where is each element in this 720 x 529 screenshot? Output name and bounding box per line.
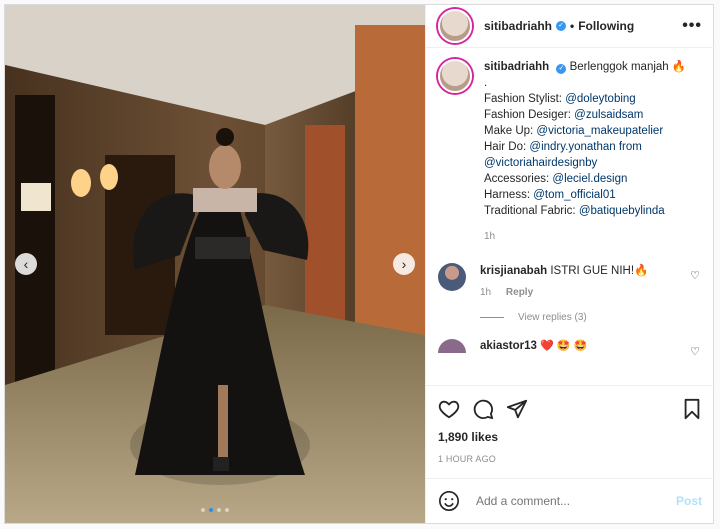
view-replies-button[interactable]: View replies (3) (480, 312, 702, 323)
like-comment-heart-icon[interactable]: ♡ (690, 345, 700, 358)
credit-handle-link[interactable]: @victoriahairdesignby (484, 157, 597, 169)
post-sidebar: sitibadriahh ✓ • Following ••• sitibadri… (425, 5, 714, 523)
reply-button[interactable]: Reply (506, 287, 533, 298)
comment-text: ❤️ 🤩 🤩 (540, 340, 588, 352)
author-avatar[interactable] (438, 9, 472, 43)
post-timestamp: 1 HOUR AGO (438, 454, 497, 464)
commenter-avatar[interactable] (438, 339, 466, 353)
caption-text: sitibadriahh ✓ Berlenggok manjah 🔥 . Fas… (484, 59, 686, 245)
likes-count[interactable]: 1,890 likes (438, 430, 702, 444)
credit-line: Accessories: @leciel.design (484, 171, 686, 187)
carousel-dot (225, 508, 229, 512)
emoji-smiley-icon[interactable] (438, 490, 460, 512)
save-bookmark-icon[interactable] (682, 398, 702, 420)
credit-handle-link[interactable]: @batiquebylinda (579, 205, 665, 217)
credit-line: Make Up: @victoria_makeupatelier (484, 123, 686, 139)
following-button[interactable]: Following (578, 19, 634, 33)
add-comment-bar: Post (426, 478, 714, 523)
comment-item: akiastor13 ❤️ 🤩 🤩 ♡ (438, 339, 702, 358)
author-username[interactable]: sitibadriahh (484, 19, 552, 33)
caption-username[interactable]: sitibadriahh (484, 61, 549, 73)
photo-woman-in-black-gown (5, 5, 425, 523)
credit-label: Accessories: (484, 173, 550, 185)
credit-handle-link[interactable]: @doleytobing (565, 93, 636, 105)
credit-line: Fashion Desiger: @zulsaidsam (484, 107, 686, 123)
post-caption: sitibadriahh ✓ Berlenggok manjah 🔥 . Fas… (438, 59, 702, 245)
more-options-icon[interactable]: ••• (682, 17, 702, 35)
carousel-indicator (201, 508, 229, 512)
post-actions: 1,890 likes 1 HOUR AGO (426, 385, 714, 464)
post-header: sitibadriahh ✓ • Following ••• (426, 5, 714, 48)
share-paper-plane-icon[interactable] (506, 398, 528, 420)
comment-bubble-icon[interactable] (472, 398, 494, 420)
like-comment-heart-icon[interactable]: ♡ (690, 269, 700, 282)
commenter-username[interactable]: akiastor13 (480, 340, 537, 352)
credit-line: @victoriahairdesignby (484, 155, 686, 171)
credit-line: Harness: @tom_official01 (484, 187, 686, 203)
credit-line: Traditional Fabric: @batiquebylinda (484, 203, 686, 219)
comment-body: krisjianabah ISTRI GUE NIH!🔥 1h Reply (480, 263, 648, 298)
credit-handle-link[interactable]: @indry.yonathan from (529, 141, 641, 153)
commenter-avatar[interactable] (438, 263, 466, 291)
caption-timestamp: 1h (484, 231, 496, 242)
comment-text: ISTRI GUE NIH!🔥 (550, 265, 649, 277)
commenter-username[interactable]: krisjianabah (480, 265, 547, 277)
credit-line: Fashion Stylist: @doleytobing (484, 91, 686, 107)
credit-label: Harness: (484, 189, 531, 201)
post-modal: ‹ › sitibadriahh ✓ • Following ••• sitib… (4, 4, 714, 524)
carousel-dot (217, 508, 221, 512)
action-icons (438, 398, 702, 420)
next-slide-button[interactable]: › (393, 253, 415, 275)
comment-timestamp: 1h (480, 287, 492, 298)
credit-line: Hair Do: @indry.yonathan from (484, 139, 686, 155)
like-heart-icon[interactable] (438, 398, 460, 420)
credit-handle-link[interactable]: @zulsaidsam (574, 109, 643, 121)
comment-item: krisjianabah ISTRI GUE NIH!🔥 1h Reply ♡ (438, 263, 702, 298)
post-comment-button[interactable]: Post (676, 494, 702, 508)
credit-label: Hair Do: (484, 141, 527, 153)
credit-handle-link[interactable]: @leciel.design (552, 173, 627, 185)
caption-author-avatar[interactable] (438, 59, 472, 93)
carousel-dot-active (209, 508, 213, 512)
credit-label: Make Up: (484, 125, 534, 137)
carousel-dot (201, 508, 205, 512)
credit-handle-link[interactable]: @tom_official01 (533, 189, 615, 201)
comment-meta: 1h Reply (480, 287, 648, 298)
credits-list: Fashion Stylist: @doleytobing Fashion Des… (484, 91, 686, 219)
verified-icon: ✓ (556, 64, 567, 74)
comments-section[interactable]: sitibadriahh ✓ Berlenggok manjah 🔥 . Fas… (426, 47, 714, 385)
post-image[interactable]: ‹ › (5, 5, 425, 523)
credit-label: Fashion Stylist: (484, 93, 562, 105)
verified-icon: ✓ (556, 21, 567, 31)
caption-dot: . (484, 77, 488, 89)
credit-handle-link[interactable]: @victoria_makeupatelier (536, 125, 663, 137)
previous-slide-button[interactable]: ‹ (15, 253, 37, 275)
credit-label: Traditional Fabric: (484, 205, 576, 217)
comment-input[interactable] (474, 493, 676, 509)
caption-title: Berlenggok manjah 🔥 (569, 61, 687, 73)
comment-body: akiastor13 ❤️ 🤩 🤩 (480, 339, 587, 353)
credit-label: Fashion Desiger: (484, 109, 571, 121)
